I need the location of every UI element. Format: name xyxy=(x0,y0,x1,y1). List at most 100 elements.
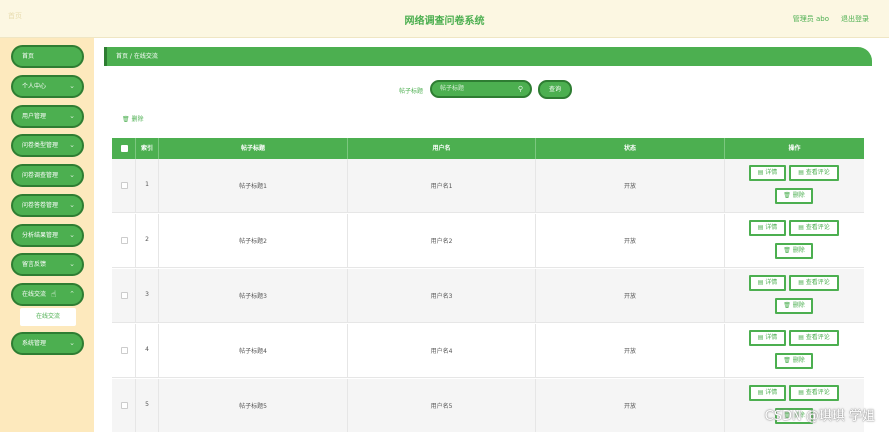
chevron-up-icon: ⌃ xyxy=(69,290,75,298)
row-status: 开放 xyxy=(623,183,636,190)
document-icon: ▤ xyxy=(798,389,804,396)
username-cell: 用户名3 xyxy=(348,269,536,323)
column-header-status: 状态 xyxy=(536,138,725,159)
sidebar-item-personal-center[interactable]: 个人中心 ⌄ xyxy=(11,75,84,98)
row-checkbox[interactable] xyxy=(121,237,128,244)
row-username: 用户名2 xyxy=(430,238,453,245)
row-checkbox[interactable] xyxy=(121,292,128,299)
bulk-delete-button[interactable]: 🗑 删除 xyxy=(122,114,144,123)
actions-cell: ▤ 详情 ▤ 查看评论 🗑 删除 xyxy=(725,324,864,378)
sidebar-item-user-management[interactable]: 用户管理 ⌄ xyxy=(11,105,84,128)
csdn-watermark: CSDN @琪琪 学姐 xyxy=(764,409,875,424)
row-checkbox[interactable] xyxy=(121,182,128,189)
sidebar-item-system-management[interactable]: 系统管理 ⌄ xyxy=(11,332,84,355)
index-cell: 1 xyxy=(136,159,159,213)
sidebar-item-label: 个人中心 xyxy=(22,83,47,90)
sidebar-item-questionnaire-answers[interactable]: 问卷答卷管理 ⌄ xyxy=(11,194,84,217)
select-all-checkbox[interactable] xyxy=(121,145,128,152)
row-title: 帖子标题4 xyxy=(239,348,267,355)
title-cell: 帖子标题1 xyxy=(159,159,348,213)
row-index: 3 xyxy=(145,291,149,298)
sidebar-item-label: 分析结果管理 xyxy=(22,232,59,239)
row-select-cell xyxy=(112,159,136,213)
sidebar-item-online-chat[interactable]: 在线交流 ⌃ xyxy=(11,283,84,306)
document-icon: ▤ xyxy=(757,334,764,341)
chevron-down-icon: ⌄ xyxy=(69,201,75,209)
sidebar-item-label: 系统管理 xyxy=(22,340,47,347)
search-input[interactable]: 帖子标题 ⚲ xyxy=(430,80,532,98)
sidebar-item-feedback[interactable]: 留言反馈 ⌄ xyxy=(11,253,84,276)
detail-button[interactable]: ▤ 详情 xyxy=(749,165,786,181)
sidebar-item-label: 留言反馈 xyxy=(22,261,47,268)
view-comments-label: 查看评论 xyxy=(805,224,830,231)
submenu-online-chat[interactable]: 在线交流 xyxy=(20,308,76,326)
username-cell: 用户名4 xyxy=(348,324,536,378)
chevron-down-icon: ⌄ xyxy=(69,339,75,347)
username-cell: 用户名1 xyxy=(348,159,536,213)
row-checkbox[interactable] xyxy=(121,347,128,354)
column-header-index: 索引 xyxy=(136,138,159,159)
title-cell: 帖子标题5 xyxy=(159,379,348,432)
row-title: 帖子标题5 xyxy=(239,403,267,410)
row-status: 开放 xyxy=(623,238,636,245)
logout-link[interactable]: 退出登录 xyxy=(841,14,869,24)
index-cell: 2 xyxy=(136,214,159,268)
chevron-down-icon: ⌄ xyxy=(69,141,75,149)
view-comments-label: 查看评论 xyxy=(805,169,830,176)
search-icon: ⚲ xyxy=(517,85,523,93)
title-cell: 帖子标题4 xyxy=(159,324,348,378)
sidebar-item-analysis-results[interactable]: 分析结果管理 ⌄ xyxy=(11,224,84,247)
table-row: 2 帖子标题2 用户名2 开放 ▤ 详情 ▤ 查看评论 🗑 删除 xyxy=(112,214,864,268)
document-icon: ▤ xyxy=(798,279,804,286)
trash-icon: 🗑 xyxy=(783,192,791,199)
document-icon: ▤ xyxy=(798,334,804,341)
detail-button[interactable]: ▤ 详情 xyxy=(749,330,786,346)
sidebar-item-home[interactable]: 首页 xyxy=(11,45,84,68)
trash-icon: 🗑 xyxy=(783,357,791,364)
view-comments-button[interactable]: ▤ 查看评论 xyxy=(789,165,839,181)
top-header: 首页 网络调查问卷系统 管理员 abo 退出登录 xyxy=(0,0,889,38)
trash-icon: 🗑 xyxy=(783,247,791,254)
row-index: 2 xyxy=(145,236,149,243)
document-icon: ▤ xyxy=(757,389,764,396)
delete-button[interactable]: 🗑 删除 xyxy=(775,243,813,259)
status-cell: 开放 xyxy=(536,379,725,432)
detail-button[interactable]: ▤ 详情 xyxy=(749,220,786,236)
delete-button[interactable]: 🗑 删除 xyxy=(775,353,813,369)
detail-button[interactable]: ▤ 详情 xyxy=(749,385,786,401)
view-comments-button[interactable]: ▤ 查看评论 xyxy=(789,330,839,346)
row-index: 4 xyxy=(145,346,149,353)
view-comments-button[interactable]: ▤ 查看评论 xyxy=(789,275,839,291)
chevron-down-icon: ⌄ xyxy=(69,260,75,268)
chevron-down-icon: ⌄ xyxy=(69,231,75,239)
row-title: 帖子标题1 xyxy=(239,183,267,190)
column-header-username: 用户名 xyxy=(348,138,536,159)
sidebar-item-label: 在线交流 xyxy=(22,291,47,298)
detail-button[interactable]: ▤ 详情 xyxy=(749,275,786,291)
hand-cursor-icon: ☝ xyxy=(51,290,57,300)
trash-icon: 🗑 xyxy=(122,116,130,123)
view-comments-button[interactable]: ▤ 查看评论 xyxy=(789,220,839,236)
search-label: 帖子标题 xyxy=(399,88,424,95)
index-cell: 5 xyxy=(136,379,159,432)
chevron-down-icon: ⌄ xyxy=(69,171,75,179)
sidebar-item-questionnaire-survey[interactable]: 问卷调查管理 ⌄ xyxy=(11,164,84,187)
view-comments-label: 查看评论 xyxy=(805,334,830,341)
delete-button[interactable]: 🗑 删除 xyxy=(775,188,813,204)
view-comments-button[interactable]: ▤ 查看评论 xyxy=(789,385,839,401)
row-checkbox[interactable] xyxy=(121,402,128,409)
delete-label: 删除 xyxy=(792,247,805,254)
sidebar-item-label: 问卷调查管理 xyxy=(22,172,59,179)
document-icon: ▤ xyxy=(757,279,764,286)
delete-button[interactable]: 🗑 删除 xyxy=(775,298,813,314)
status-cell: 开放 xyxy=(536,269,725,323)
view-comments-label: 查看评论 xyxy=(805,389,830,396)
sidebar-item-questionnaire-type[interactable]: 问卷类型管理 ⌄ xyxy=(11,134,84,157)
username-cell: 用户名2 xyxy=(348,214,536,268)
delete-label: 删除 xyxy=(792,357,805,364)
row-username: 用户名4 xyxy=(430,348,453,355)
actions-cell: ▤ 详情 ▤ 查看评论 🗑 删除 xyxy=(725,269,864,323)
header-select-all[interactable] xyxy=(112,138,136,159)
search-button[interactable]: 查询 xyxy=(538,80,572,99)
status-cell: 开放 xyxy=(536,159,725,213)
